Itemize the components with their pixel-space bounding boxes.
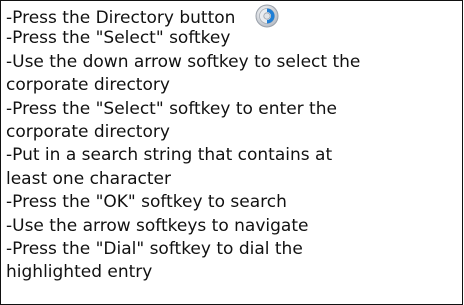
instruction-text: -Put in a search string that contains at	[6, 145, 333, 166]
instruction-text: -Press the "Select" softkey	[6, 28, 231, 49]
instructions-list: -Press the Directory button -Press the "…	[6, 4, 458, 285]
instruction-line: -Press the "OK" softkey to search	[6, 191, 458, 214]
instruction-text: -Use the arrow softkeys to navigate	[6, 215, 309, 236]
directory-button-icon	[255, 4, 279, 28]
instruction-line: corporate directory	[6, 121, 458, 144]
instruction-text: -Press the "Dial" softkey to dial the	[6, 238, 303, 259]
instruction-line: corporate directory	[6, 74, 458, 97]
instruction-line: -Press the "Dial" softkey to dial the	[6, 238, 458, 261]
instruction-text: corporate directory	[6, 75, 170, 96]
instruction-line: -Press the "Select" softkey	[6, 27, 458, 50]
instruction-line: -Press the "Select" softkey to enter the	[6, 98, 458, 121]
instruction-text: corporate directory	[6, 121, 170, 142]
instruction-line: -Use the arrow softkeys to navigate	[6, 215, 458, 238]
instruction-line: least one character	[6, 168, 458, 191]
instruction-line: -Press the Directory button	[6, 4, 458, 28]
instruction-text: highlighted entry	[6, 262, 153, 283]
instruction-line: highlighted entry	[6, 261, 458, 284]
instruction-text: -Press the Directory button	[6, 8, 236, 28]
instructions-box: -Press the Directory button -Press the "…	[0, 0, 463, 305]
instruction-line: -Use the down arrow softkey to select th…	[6, 51, 458, 74]
instruction-text: -Use the down arrow softkey to select th…	[6, 51, 361, 72]
instruction-text: -Press the "OK" softkey to search	[6, 192, 287, 213]
instruction-text: -Press the "Select" softkey to enter the	[6, 98, 337, 119]
instruction-line: -Put in a search string that contains at	[6, 144, 458, 167]
instruction-text: least one character	[6, 168, 171, 189]
